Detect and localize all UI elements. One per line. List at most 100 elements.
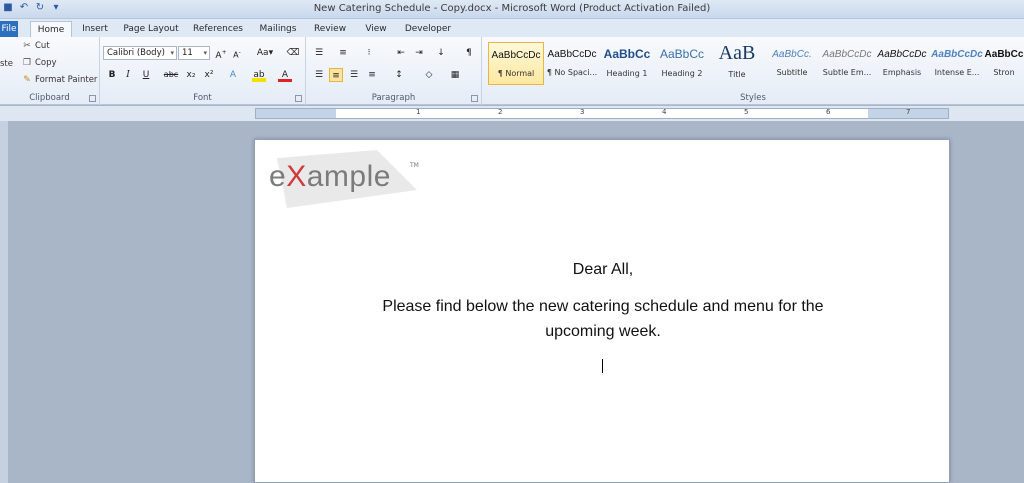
- show-hide-icon[interactable]: ¶: [462, 46, 476, 60]
- multilevel-list-icon[interactable]: ⁝: [362, 46, 376, 60]
- ruler-number: 3: [580, 108, 585, 116]
- copy-icon: ❐: [22, 58, 32, 68]
- chevron-down-icon: ▾: [170, 49, 174, 57]
- increase-indent-icon[interactable]: ⇥: [412, 46, 426, 60]
- style-subtle-emphasis[interactable]: AaBbCcDc Subtle Em...: [819, 42, 875, 85]
- grow-font-button[interactable]: A+: [214, 46, 228, 61]
- ribbon: ste ✂ Cut ❐ Copy ✎ Format Painter Clipbo…: [0, 37, 1024, 105]
- cut-label: Cut: [35, 41, 50, 51]
- style-name: Subtle Em...: [822, 68, 872, 77]
- copy-button[interactable]: ❐ Copy: [22, 58, 57, 68]
- bold-button[interactable]: B: [105, 68, 119, 82]
- text-cursor: [602, 359, 603, 373]
- clear-formatting-icon[interactable]: ⌫: [286, 46, 300, 60]
- align-left-icon[interactable]: ☰: [312, 68, 326, 82]
- window-title: New Catering Schedule - Copy.docx - Micr…: [313, 3, 711, 14]
- format-painter-label: Format Painter: [35, 75, 98, 85]
- document-page[interactable]: eXample TM Dear All, Please find below t…: [254, 139, 950, 483]
- clipboard-group-label: Clipboard: [29, 93, 70, 103]
- superscript-button[interactable]: x²: [202, 68, 216, 82]
- tab-mailings[interactable]: Mailings: [254, 21, 302, 37]
- font-launcher-icon[interactable]: [295, 95, 302, 102]
- font-family-select[interactable]: Calibri (Body) ▾: [103, 46, 177, 60]
- justify-icon[interactable]: ≡: [365, 68, 379, 82]
- logo-text-prefix: e: [269, 160, 287, 193]
- paragraph-group-label: Paragraph: [371, 93, 416, 103]
- change-case-button[interactable]: Aa▾: [254, 46, 276, 60]
- horizontal-ruler[interactable]: 1 2 3 4 5 6 7: [255, 108, 949, 119]
- clipboard-launcher-icon[interactable]: [89, 95, 96, 102]
- title-bar: ■ ↶ ↻ ▾ New Catering Schedule - Copy.doc…: [0, 0, 1024, 19]
- tab-page-layout[interactable]: Page Layout: [120, 21, 182, 37]
- body-text-line-1[interactable]: Please find below the new catering sched…: [255, 298, 951, 316]
- text-effects-button[interactable]: A: [226, 68, 240, 82]
- bullets-icon[interactable]: ☰: [312, 46, 326, 60]
- strikethrough-button[interactable]: abc: [162, 68, 180, 82]
- greeting-text[interactable]: Dear All,: [255, 261, 951, 279]
- style-sample: AaBbCc: [603, 47, 651, 61]
- tab-developer[interactable]: Developer: [400, 21, 456, 37]
- ruler-number: 1: [416, 108, 421, 116]
- style-name: Intense E...: [934, 68, 980, 77]
- format-painter-button[interactable]: ✎ Format Painter: [22, 75, 97, 85]
- style-no-spacing[interactable]: AaBbCcDc ¶ No Spaci...: [544, 42, 600, 85]
- ruler-left-margin: [256, 109, 336, 118]
- chevron-down-icon: ▾: [203, 49, 207, 57]
- shrink-font-button[interactable]: A-: [230, 46, 244, 60]
- tab-view[interactable]: View: [358, 21, 394, 37]
- style-sample: AaBbCcDc: [491, 50, 541, 61]
- style-intense-emphasis[interactable]: AaBbCcDc Intense E...: [929, 42, 985, 85]
- vertical-ruler: [0, 121, 8, 483]
- paragraph-group: ☰ ≡ ⁝ ⇤ ⇥ ↓ ¶ ☰ ≡ ☰ ≡ ↕ ◇ ▦ Paragraph: [306, 37, 482, 105]
- style-strong[interactable]: AaBbCc Stron: [984, 42, 1024, 85]
- style-normal[interactable]: AaBbCcDc ¶ Normal: [488, 42, 544, 85]
- style-sample: AaBbCcDc: [931, 49, 983, 60]
- font-family-value: Calibri (Body): [107, 48, 165, 58]
- tab-references[interactable]: References: [188, 21, 248, 37]
- style-name: Heading 1: [606, 69, 648, 78]
- style-sample: AaB: [718, 42, 756, 64]
- highlight-button[interactable]: ab: [252, 68, 266, 82]
- scissors-icon: ✂: [23, 41, 31, 51]
- shading-icon[interactable]: ◇: [422, 68, 436, 82]
- line-spacing-icon[interactable]: ↕: [392, 68, 406, 82]
- ruler-number: 7: [906, 108, 911, 116]
- align-center-icon[interactable]: ≡: [329, 68, 343, 82]
- style-heading-1[interactable]: AaBbCc Heading 1: [599, 42, 655, 85]
- subscript-button[interactable]: x₂: [184, 68, 198, 82]
- tab-file[interactable]: File: [0, 21, 18, 37]
- borders-icon[interactable]: ▦: [448, 68, 462, 82]
- style-sample: AaBbCcDc: [822, 49, 872, 60]
- align-right-icon[interactable]: ☰: [347, 68, 361, 82]
- style-heading-2[interactable]: AaBbCc Heading 2: [654, 42, 710, 85]
- ribbon-tabs: File Home Insert Page Layout References …: [0, 19, 1024, 37]
- sort-icon[interactable]: ↓: [434, 46, 448, 60]
- style-subtitle[interactable]: AaBbCc. Subtitle: [764, 42, 820, 85]
- body-text-line-2[interactable]: upcoming week.: [255, 323, 951, 341]
- font-color-button[interactable]: A: [278, 68, 292, 82]
- italic-button[interactable]: I: [121, 68, 135, 82]
- style-name: Emphasis: [882, 68, 922, 77]
- numbering-icon[interactable]: ≡: [336, 46, 350, 60]
- ruler-number: 4: [662, 108, 667, 116]
- paste-button[interactable]: ste: [0, 59, 13, 69]
- styles-group-label: Styles: [740, 93, 766, 103]
- tab-review[interactable]: Review: [308, 21, 352, 37]
- ruler-number: 2: [498, 108, 503, 116]
- style-emphasis[interactable]: AaBbCcDc Emphasis: [874, 42, 930, 85]
- cut-button[interactable]: ✂ Cut: [22, 41, 50, 51]
- font-group: Calibri (Body) ▾ 11 ▾ A+ A- Aa▾ ⌫ B I U …: [100, 37, 306, 105]
- style-sample: AaBbCc: [659, 47, 705, 61]
- decrease-indent-icon[interactable]: ⇤: [394, 46, 408, 60]
- style-title[interactable]: AaB Title: [709, 42, 765, 85]
- underline-button[interactable]: U: [139, 68, 153, 82]
- tab-insert[interactable]: Insert: [76, 21, 114, 37]
- logo-text-x: X: [286, 160, 307, 193]
- logo-trademark: TM: [410, 162, 419, 169]
- tab-home[interactable]: Home: [30, 21, 72, 37]
- font-size-select[interactable]: 11 ▾: [178, 46, 210, 60]
- style-sample: AaBbCc.: [772, 49, 812, 60]
- paragraph-launcher-icon[interactable]: [471, 95, 478, 102]
- logo-text: eXample: [269, 160, 391, 194]
- style-name: ¶ Normal: [497, 69, 535, 78]
